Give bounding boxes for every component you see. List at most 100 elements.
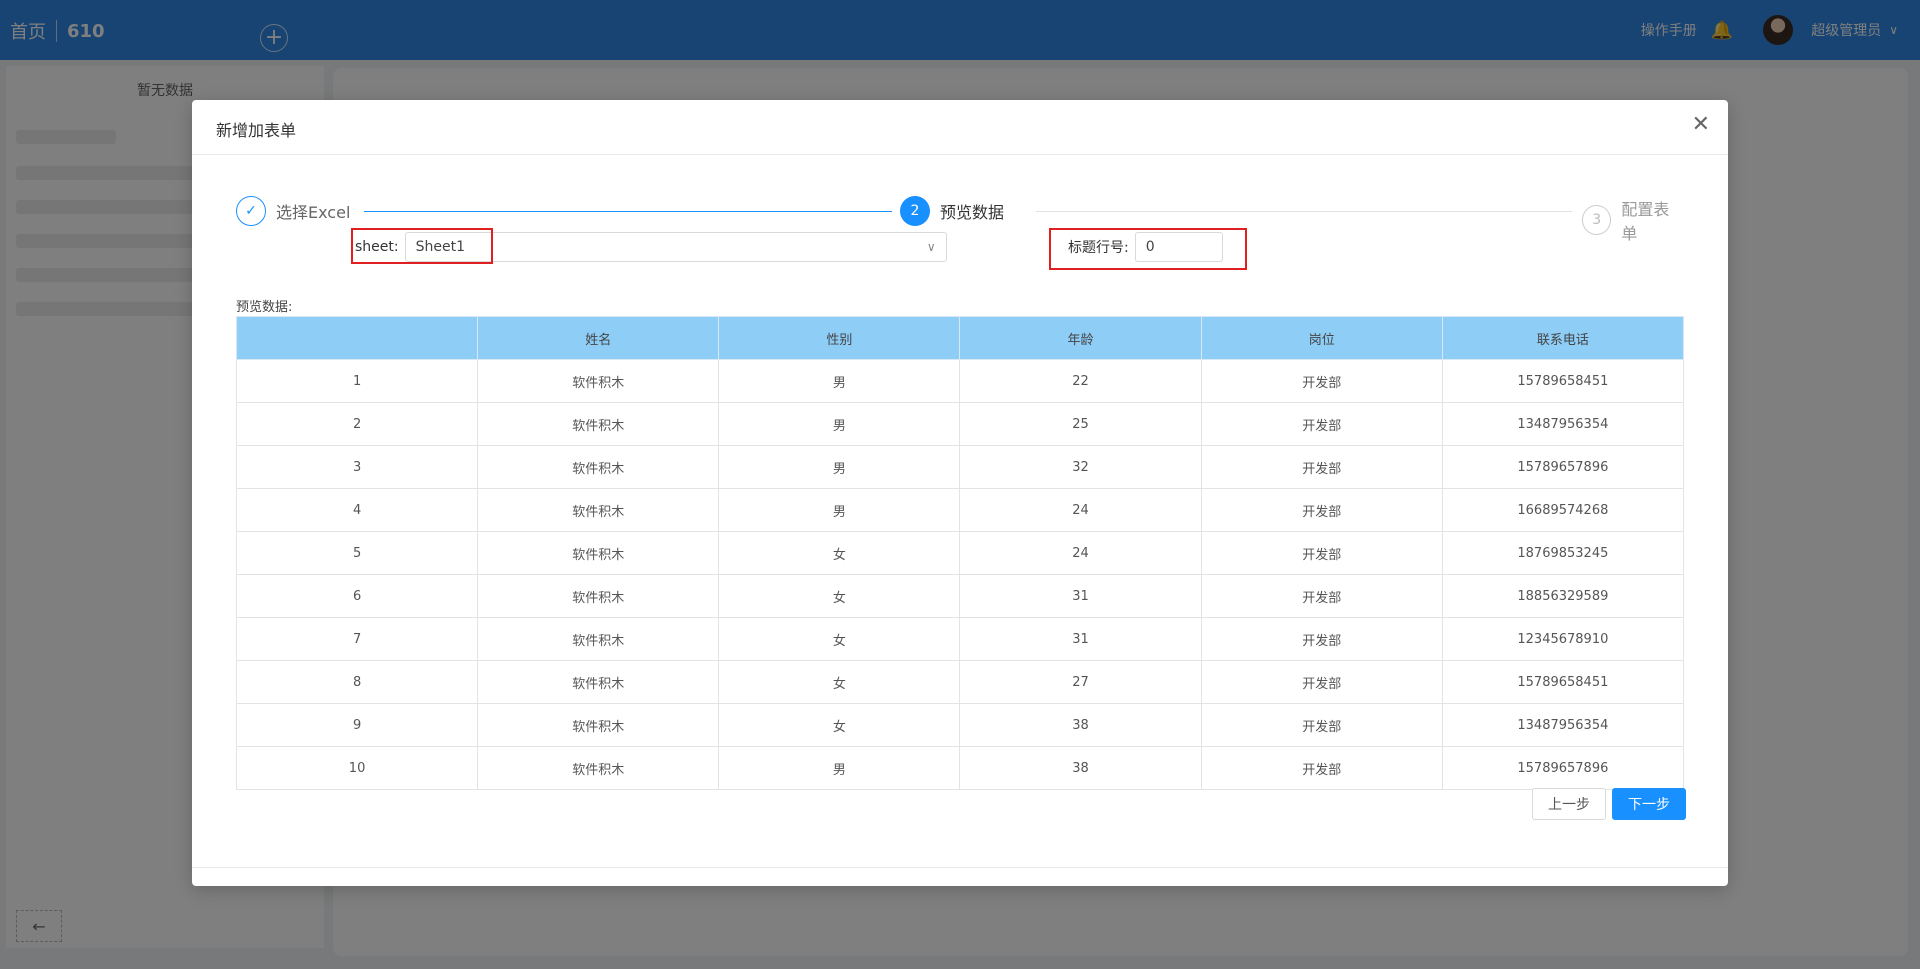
table-cell: 软件积木 — [477, 703, 720, 747]
step-select-excel: ✓ 选择Excel — [236, 196, 350, 226]
title-row-highlight-box — [1049, 228, 1247, 270]
table-cell: 开发部 — [1200, 445, 1443, 489]
table-cell: 22 — [959, 359, 1202, 403]
table-cell: 4 — [235, 488, 479, 532]
close-icon[interactable]: ✕ — [1692, 112, 1710, 137]
step-number: 3 — [1582, 205, 1612, 235]
table-cell: 12345678910 — [1441, 617, 1685, 661]
table-cell: 软件积木 — [477, 531, 720, 575]
preview-table: 姓名 性别 年龄 岗位 联系电话 1 软件积木男 22 开发部 15789658451 2… — [235, 316, 1685, 790]
table-cell: 女 — [718, 531, 961, 575]
table-cell: 9 — [235, 703, 479, 747]
table-cell: 开发部 — [1200, 574, 1443, 618]
column-header: 姓名 — [477, 316, 720, 360]
table-cell: 软件积木 — [477, 617, 720, 661]
table-cell: 软件积木 — [477, 445, 720, 489]
step-connector — [364, 211, 892, 212]
table-cell: 男 — [718, 746, 961, 790]
table-cell: 开发部 — [1200, 531, 1443, 575]
table-cell: 2 — [235, 402, 479, 446]
table-cell: 10 — [235, 746, 479, 790]
table-cell: 18769853245 — [1441, 531, 1685, 575]
table-cell: 1 — [235, 359, 479, 403]
table-cell: 女 — [718, 703, 961, 747]
step-config-form: 3 配置表单 — [1582, 196, 1684, 244]
step-preview-data: 2 预览数据 — [900, 196, 1004, 226]
table-cell: 软件积木 — [477, 488, 720, 532]
table-cell: 25 — [959, 402, 1202, 446]
table-cell: 开发部 — [1200, 402, 1443, 446]
table-cell: 软件积木 — [477, 402, 720, 446]
table-cell: 6 — [235, 574, 479, 618]
modal-title: 新增加表单 — [216, 121, 297, 140]
table-row: 4 软件积木男 24 开发部 16689574268 — [235, 488, 1685, 532]
column-header: 性别 — [718, 316, 961, 360]
preview-label: 预览数据: — [236, 300, 293, 315]
table-cell: 软件积木 — [477, 746, 720, 790]
check-icon: ✓ — [236, 196, 266, 226]
table-row: 9 软件积木女 38 开发部 13487956354 — [235, 703, 1685, 747]
table-cell: 男 — [718, 359, 961, 403]
modal-footer-divider — [192, 867, 1728, 868]
table-cell: 24 — [959, 488, 1202, 532]
table-cell: 软件积木 — [477, 660, 720, 704]
table-row: 5 软件积木女 24 开发部 18769853245 — [235, 531, 1685, 575]
table-cell: 开发部 — [1200, 359, 1443, 403]
table-cell: 女 — [718, 617, 961, 661]
table-cell: 24 — [959, 531, 1202, 575]
table-cell: 18856329589 — [1441, 574, 1685, 618]
table-cell: 15789658451 — [1441, 660, 1685, 704]
table-cell: 31 — [959, 574, 1202, 618]
table-cell: 3 — [235, 445, 479, 489]
table-cell: 开发部 — [1200, 703, 1443, 747]
step-label: 配置表单 — [1621, 200, 1670, 243]
table-row: 2 软件积木男 25 开发部 13487956354 — [235, 402, 1685, 446]
step-connector — [1036, 211, 1572, 212]
table-cell: 31 — [959, 617, 1202, 661]
table-cell: 女 — [718, 574, 961, 618]
prev-step-button[interactable]: 上一步 — [1532, 788, 1606, 820]
table-cell: 男 — [718, 402, 961, 446]
next-step-button[interactable]: 下一步 — [1612, 788, 1686, 820]
step-label: 预览数据 — [940, 203, 1005, 222]
table-cell: 16689574268 — [1441, 488, 1685, 532]
table-cell: 38 — [959, 703, 1202, 747]
table-cell: 开发部 — [1200, 488, 1443, 532]
table-cell: 15789657896 — [1441, 746, 1685, 790]
table-cell: 27 — [959, 660, 1202, 704]
table-cell: 开发部 — [1200, 617, 1443, 661]
column-header: 联系电话 — [1441, 316, 1685, 360]
step-number: 2 — [900, 196, 930, 226]
steps: ✓ 选择Excel 2 预览数据 3 配置表单 — [236, 196, 1684, 243]
table-cell: 15789657896 — [1441, 445, 1685, 489]
table-cell: 男 — [718, 488, 961, 532]
table-cell: 开发部 — [1200, 660, 1443, 704]
table-cell: 38 — [959, 746, 1202, 790]
sheet-highlight-box — [351, 228, 493, 264]
table-cell: 13487956354 — [1441, 402, 1685, 446]
table-row: 3 软件积木男 32 开发部 15789657896 — [235, 445, 1685, 489]
table-cell: 软件积木 — [477, 574, 720, 618]
table-row: 10 软件积木男 38 开发部 15789657896 — [235, 746, 1685, 790]
table-cell: 5 — [235, 531, 479, 575]
table-cell: 13487956354 — [1441, 703, 1685, 747]
table-header-row: 姓名 性别 年龄 岗位 联系电话 — [235, 316, 1685, 360]
add-form-modal: 新增加表单 ✕ ✓ 选择Excel 2 预览数据 3 配置表单 sheet: S… — [192, 100, 1728, 886]
table-row: 6 软件积木女 31 开发部 18856329589 — [235, 574, 1685, 618]
table-cell: 开发部 — [1200, 746, 1443, 790]
column-header — [235, 316, 479, 360]
table-cell: 男 — [718, 445, 961, 489]
table-cell: 8 — [235, 660, 479, 704]
table-cell: 15789658451 — [1441, 359, 1685, 403]
table-cell: 7 — [235, 617, 479, 661]
table-row: 7 软件积木女 31 开发部 12345678910 — [235, 617, 1685, 661]
step-label: 选择Excel — [276, 203, 351, 222]
table-row: 8 软件积木女 27 开发部 15789658451 — [235, 660, 1685, 704]
table-cell: 软件积木 — [477, 359, 720, 403]
table-cell: 32 — [959, 445, 1202, 489]
table-row: 1 软件积木男 22 开发部 15789658451 — [235, 359, 1685, 403]
column-header: 岗位 — [1200, 316, 1443, 360]
modal-header: 新增加表单 ✕ — [192, 100, 1728, 155]
chevron-down-icon[interactable]: ∨ — [927, 240, 936, 254]
column-header: 年龄 — [959, 316, 1202, 360]
